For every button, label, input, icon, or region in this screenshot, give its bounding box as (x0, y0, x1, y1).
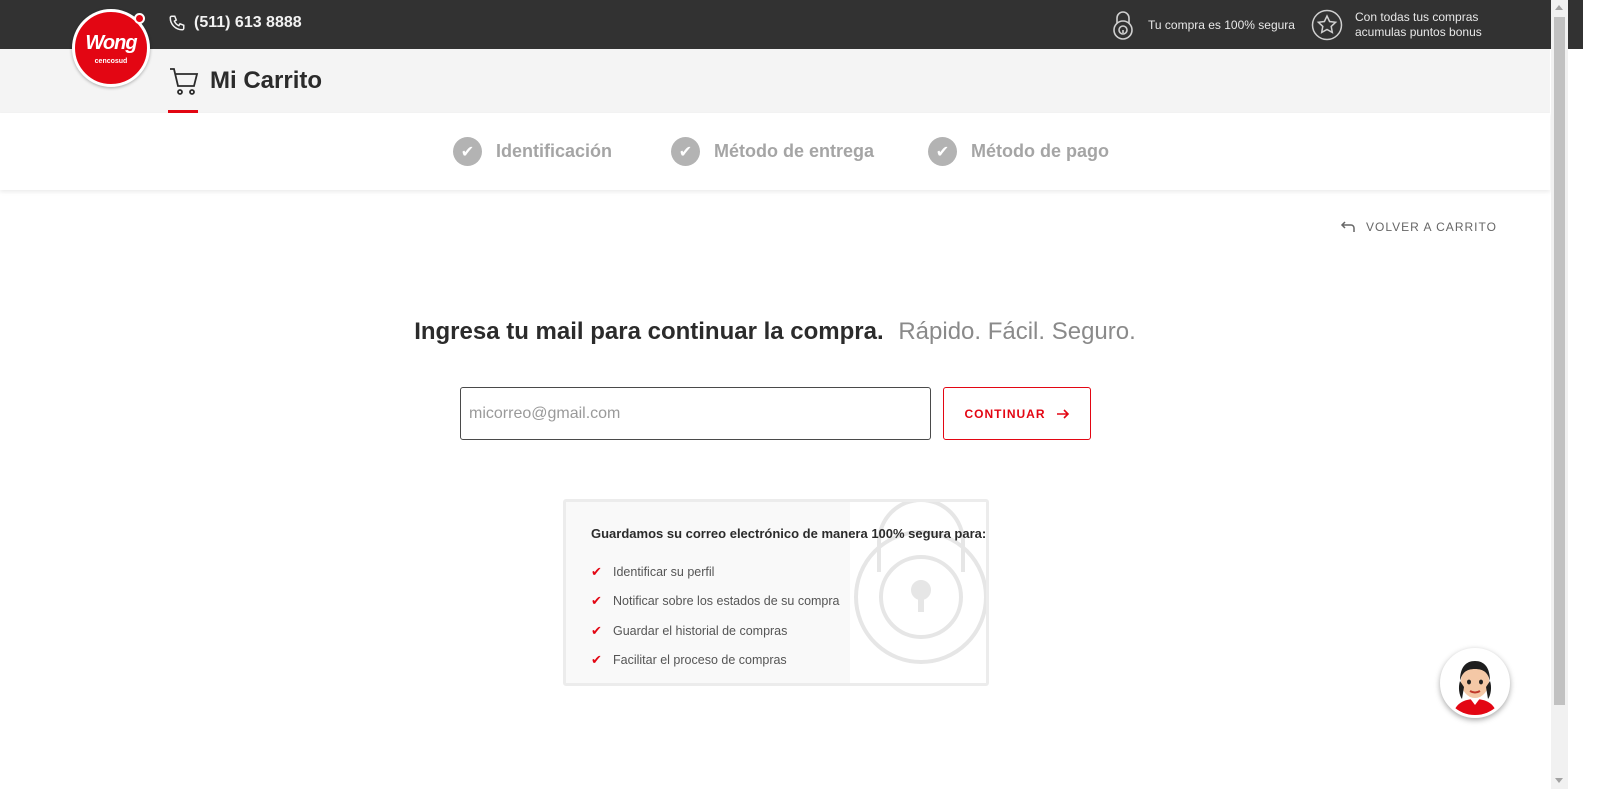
list-item-text: Identificar su perfil (613, 564, 715, 579)
heading-strong: Ingresa tu mail para continuar la compra… (414, 318, 884, 345)
cart-title: Mi Carrito (168, 65, 322, 97)
back-to-cart-link[interactable]: VOLVER A CARRITO (1340, 220, 1497, 234)
scroll-up-icon[interactable] (1555, 5, 1563, 10)
security-info-box: Guardamos su correo electrónico de maner… (563, 499, 989, 686)
phone-icon (169, 15, 185, 31)
scroll-down-icon[interactable] (1555, 778, 1563, 783)
padlock-icon (1113, 11, 1133, 40)
phone-number: (511) 613 8888 (194, 14, 302, 31)
wong-logo[interactable]: Wong cencosud (72, 9, 150, 87)
list-item: ✔ Identificar su perfil (591, 557, 840, 587)
list-item: ✔ Notificar sobre los estados de su compr… (591, 587, 840, 617)
scrollbar-thumb[interactable] (1554, 17, 1565, 705)
step-metodo-entrega: ✔ Método de entrega (671, 137, 874, 166)
cart-header: Mi Carrito (0, 49, 1550, 113)
bonus-line-2: acumulas puntos bonus (1355, 25, 1482, 39)
continue-button[interactable]: CONTINUAR (943, 387, 1091, 440)
check-circle-icon: ✔ (671, 137, 700, 166)
checkout-steps: ✔ Identificación ✔ Método de entrega ✔ M… (0, 113, 1550, 190)
page-title: Mi Carrito (210, 67, 323, 94)
list-item: ✔ Guardar el historial de compras (591, 616, 840, 646)
list-item: ✔ Facilitar el proceso de compras (591, 646, 840, 676)
step-label: Método de entrega (714, 141, 875, 161)
step-metodo-pago: ✔ Método de pago (928, 137, 1109, 166)
cart-icon (170, 68, 199, 95)
top-bar: (511) 613 8888 Tu compra es 100% segura … (0, 0, 1583, 49)
continue-label: CONTINUAR (964, 406, 1046, 421)
chat-assistant-button[interactable] (1440, 648, 1510, 718)
list-item-text: Guardar el historial de compras (613, 623, 788, 638)
bonus-line-1: Con todas tus compras (1355, 10, 1479, 24)
back-link-label: VOLVER A CARRITO (1366, 220, 1497, 234)
checkmark-icon: ✔ (591, 593, 602, 609)
email-prompt-heading: Ingresa tu mail para continuar la compra… (0, 318, 1550, 346)
info-title: Guardamos su correo electrónico de maner… (591, 526, 987, 541)
check-circle-icon: ✔ (928, 137, 957, 166)
email-input[interactable] (460, 387, 931, 440)
logo-subtext: cencosud (94, 58, 128, 65)
step-identificacion: ✔ Identificación (453, 137, 612, 166)
logo-wordmark: Wong (85, 32, 137, 54)
star-icon (1311, 9, 1343, 41)
chat-avatar-icon (1443, 651, 1507, 715)
arrow-right-icon (1056, 408, 1069, 419)
check-circle-icon: ✔ (453, 137, 482, 166)
phone-contact[interactable]: (511) 613 8888 (168, 14, 302, 32)
page-scrollbar[interactable] (1551, 0, 1568, 789)
logo-dot (134, 13, 145, 24)
step-label: Método de pago (971, 141, 1109, 161)
secure-text: Tu compra es 100% segura (1148, 18, 1295, 32)
checkmark-icon: ✔ (591, 622, 602, 638)
info-list: ✔ Identificar su perfil ✔ Notificar sobre … (591, 557, 840, 675)
return-arrow-icon (1340, 221, 1355, 232)
list-item-text: Facilitar el proceso de compras (613, 653, 787, 668)
checkmark-icon: ✔ (591, 652, 602, 668)
bonus-points-badge: Con todas tus compras acumulas puntos bo… (1311, 9, 1482, 41)
list-item-text: Notificar sobre los estados de su compra (613, 594, 840, 609)
secure-purchase-badge: Tu compra es 100% segura (1110, 9, 1295, 41)
heading-light: Rápido. Fácil. Seguro. (898, 318, 1136, 345)
step-label: Identificación (496, 141, 613, 161)
checkmark-icon: ✔ (591, 563, 602, 579)
